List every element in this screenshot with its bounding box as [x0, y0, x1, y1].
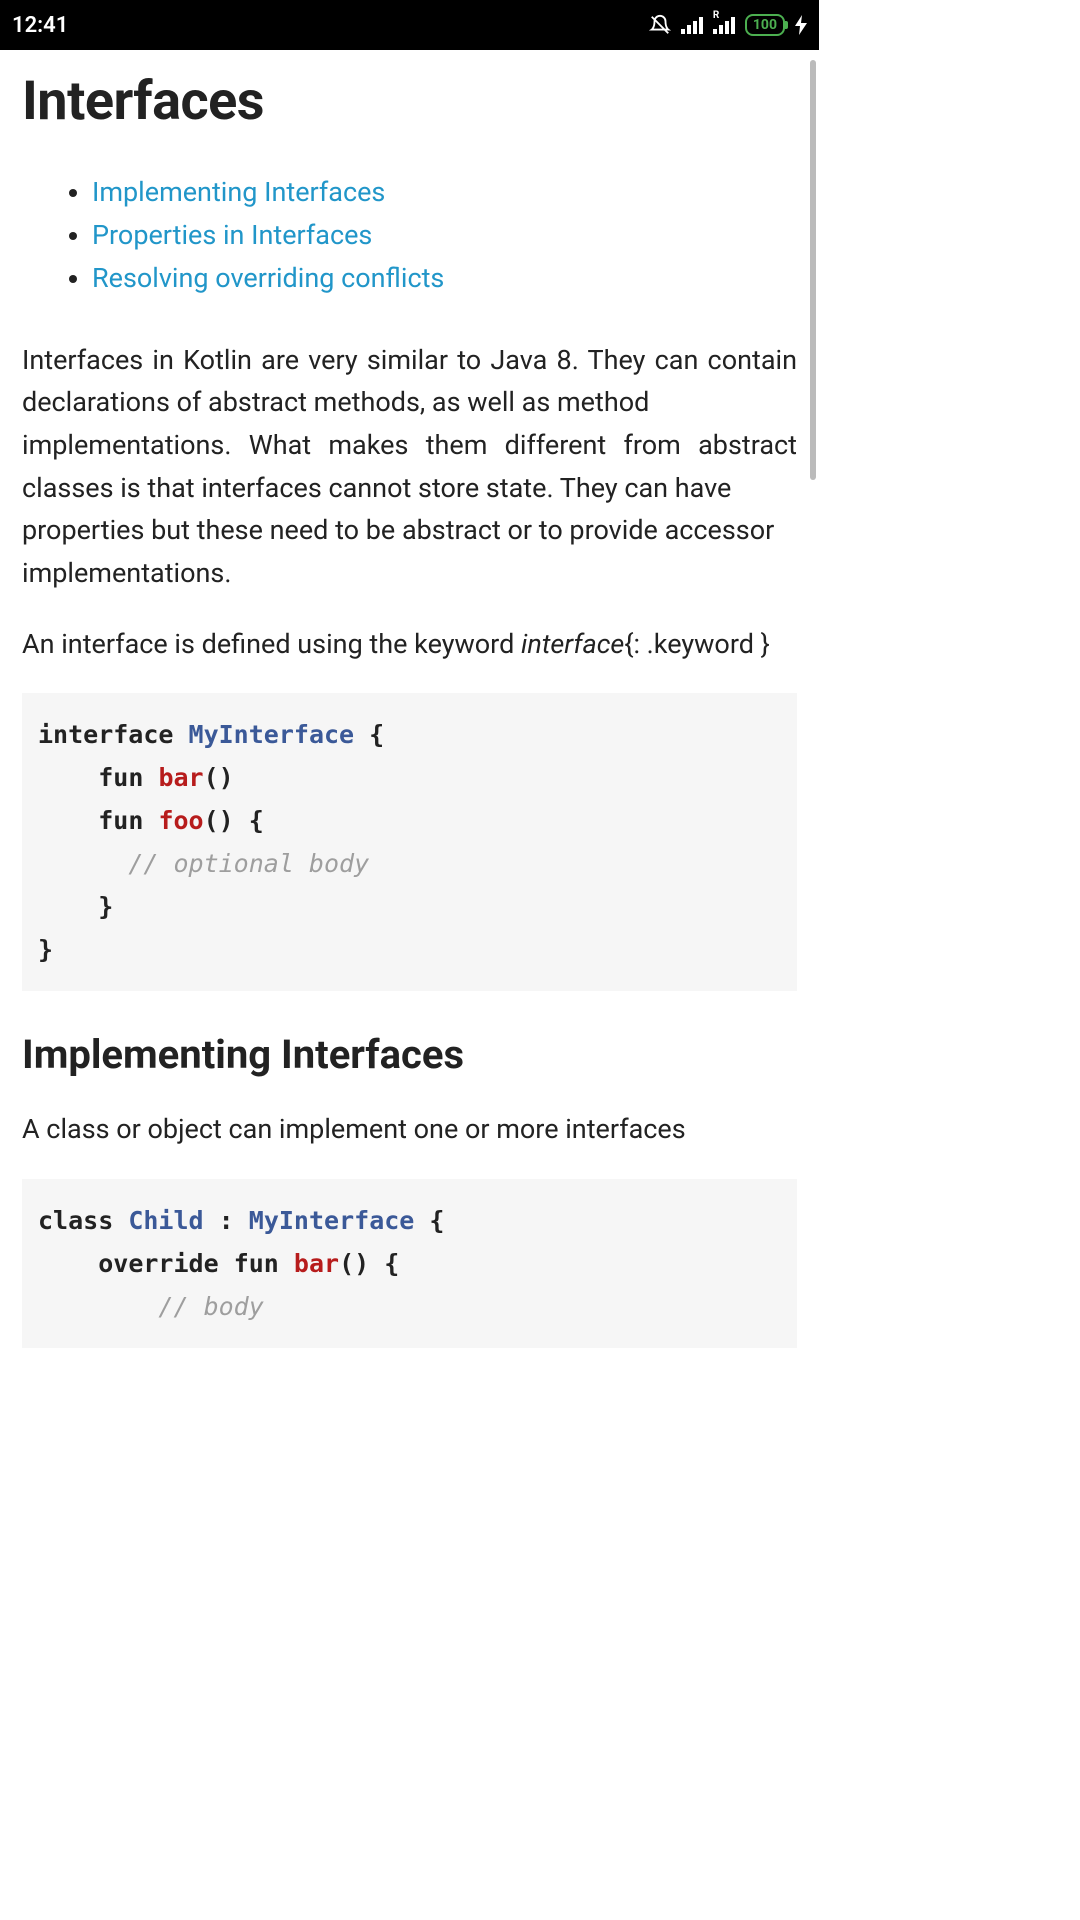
code-function: foo — [158, 806, 203, 835]
code-type: Child — [128, 1206, 203, 1235]
signal-roaming-icon: R — [713, 16, 735, 34]
code-punct: { — [429, 1206, 444, 1235]
code-punct: } — [38, 935, 53, 964]
code-punct: { — [249, 806, 264, 835]
battery-icon: 100 — [745, 14, 785, 36]
status-right: R 100 — [649, 14, 807, 36]
code-keyword: override — [98, 1249, 218, 1278]
toc-item: Resolving overriding conflicts — [92, 257, 797, 300]
para-text: implementations. What makes them differe… — [22, 429, 797, 504]
code-comment: // body — [158, 1292, 263, 1321]
implementing-paragraph: A class or object can implement one or m… — [22, 1108, 797, 1151]
toc-item: Implementing Interfaces — [92, 171, 797, 214]
document-content[interactable]: Interfaces Implementing Interfaces Prope… — [0, 50, 819, 1348]
para-text: An interface is defined using the keywor… — [22, 628, 521, 660]
code-punct: { — [369, 720, 384, 749]
intro-paragraph-3: properties but these need to be abstract… — [22, 509, 797, 594]
toc-link-resolving[interactable]: Resolving overriding conflicts — [92, 262, 444, 294]
intro-paragraph-2: implementations. What makes them differe… — [22, 424, 797, 509]
page-title: Interfaces — [22, 70, 797, 133]
para-text: Interfaces in Kotlin are very similar to… — [22, 344, 797, 419]
para-text: {: .keyword } — [624, 628, 769, 660]
table-of-contents: Implementing Interfaces Properties in In… — [22, 171, 797, 301]
code-keyword: fun — [98, 806, 143, 835]
code-keyword: class — [38, 1206, 113, 1235]
code-punct: () — [339, 1249, 369, 1278]
code-punct: : — [219, 1206, 234, 1235]
para-text: properties but these need to be abstract… — [22, 514, 774, 589]
code-comment: // optional body — [128, 849, 369, 878]
code-keyword: fun — [234, 1249, 279, 1278]
toc-link-implementing[interactable]: Implementing Interfaces — [92, 176, 385, 208]
code-punct: () — [204, 806, 234, 835]
signal-icon — [681, 16, 703, 34]
code-punct: } — [98, 892, 113, 921]
roaming-label: R — [713, 10, 719, 21]
code-punct: () — [204, 763, 234, 792]
status-bar: 12:41 R 100 — [0, 0, 819, 50]
intro-paragraph: Interfaces in Kotlin are very similar to… — [22, 339, 797, 424]
code-keyword: fun — [98, 763, 143, 792]
code-punct: { — [384, 1249, 399, 1278]
code-keyword: interface — [38, 720, 173, 749]
code-block-child: class Child : MyInterface { override fun… — [22, 1179, 797, 1348]
charging-icon — [795, 15, 807, 35]
keyword-italic: interface — [521, 628, 624, 660]
code-type: MyInterface — [189, 720, 355, 749]
mute-icon — [649, 14, 671, 36]
code-function: bar — [294, 1249, 339, 1278]
code-block-interface: interface MyInterface { fun bar() fun fo… — [22, 693, 797, 991]
section-heading-implementing: Implementing Interfaces — [22, 1031, 797, 1078]
code-type: MyInterface — [249, 1206, 415, 1235]
definition-paragraph: An interface is defined using the keywor… — [22, 623, 797, 666]
status-time: 12:41 — [12, 13, 68, 38]
toc-item: Properties in Interfaces — [92, 214, 797, 257]
scrollbar[interactable] — [810, 60, 816, 480]
toc-link-properties[interactable]: Properties in Interfaces — [92, 219, 372, 251]
code-function: bar — [158, 763, 203, 792]
